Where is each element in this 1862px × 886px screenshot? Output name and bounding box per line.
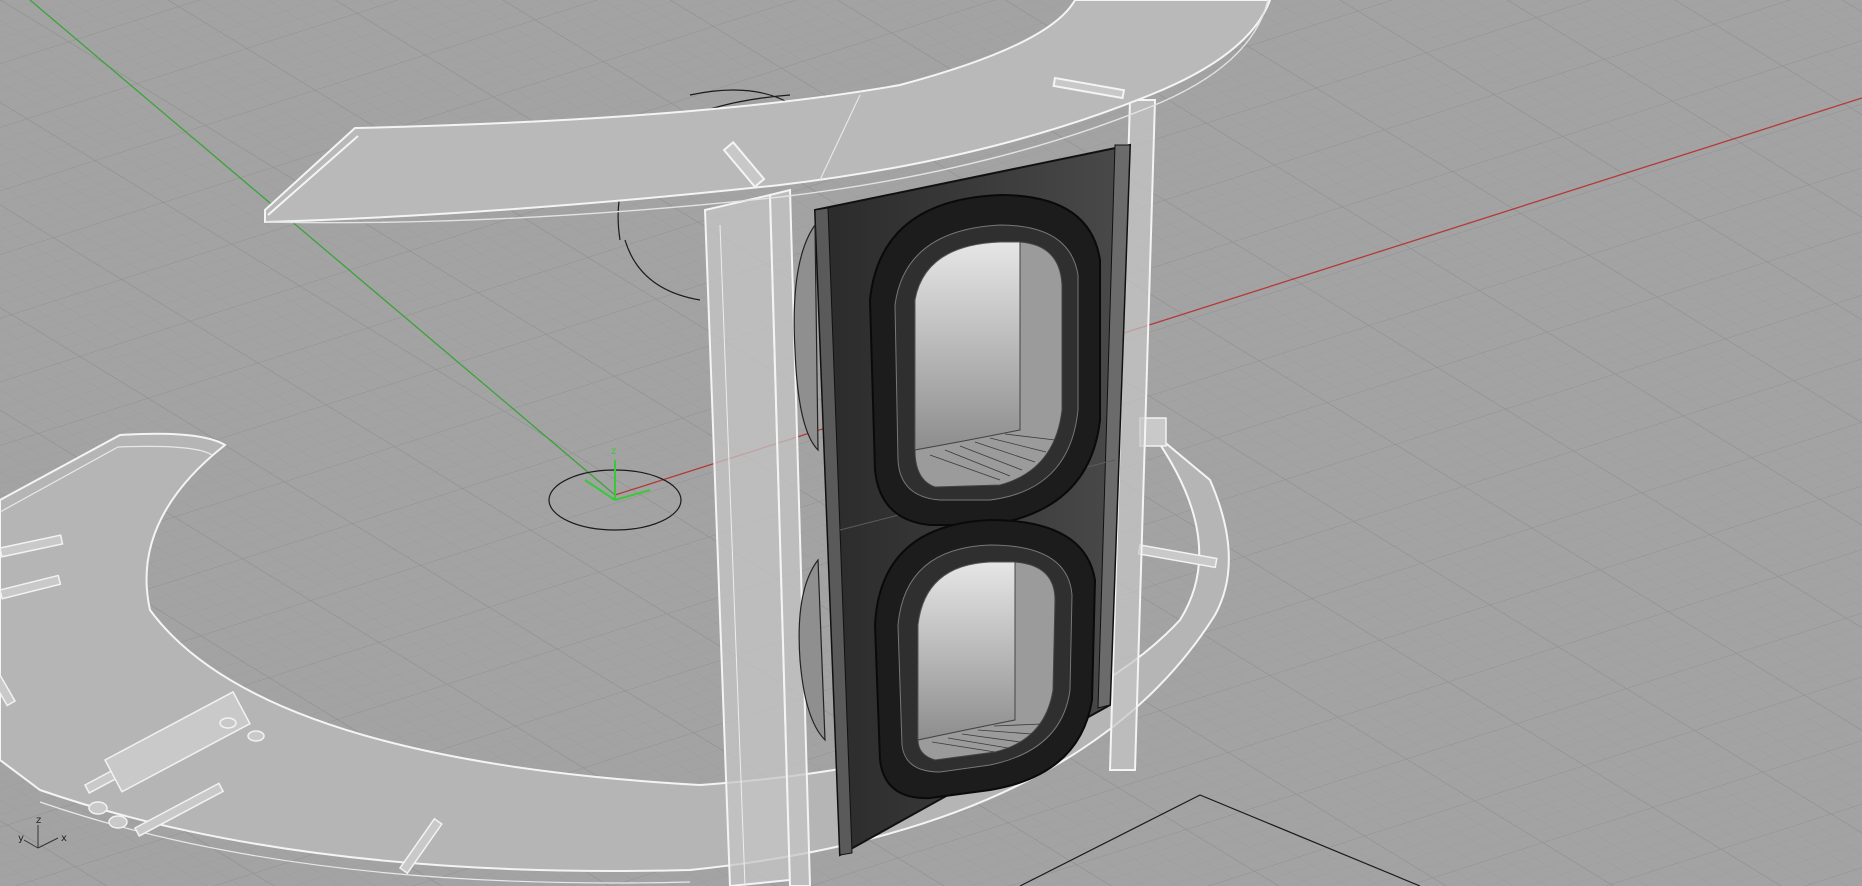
viewport-canvas[interactable]: z y z x (0, 0, 1862, 886)
upper-port (868, 193, 1101, 526)
origin-z-label: z (611, 446, 616, 457)
axis-widget-x-label: x (61, 833, 67, 844)
lower-port (873, 518, 1097, 800)
axis-widget-z-label: z (36, 815, 41, 826)
axis-widget-y-label: y (18, 833, 24, 844)
perspective-viewport[interactable]: z y z x (0, 0, 1862, 886)
